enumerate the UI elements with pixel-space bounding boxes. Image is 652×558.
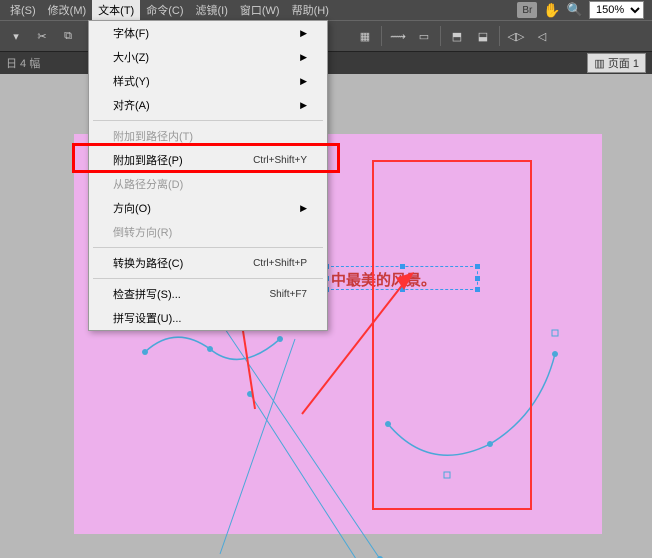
path-icon[interactable]: ⟿ <box>386 24 410 48</box>
arrow-tool-icon[interactable]: ▾ <box>4 24 28 48</box>
menu-convert[interactable]: 转换为路径(C)Ctrl+Shift+P <box>89 251 327 275</box>
align-icon[interactable]: ▦ <box>353 24 377 48</box>
menu-direction[interactable]: 方向(O)▶ <box>89 196 327 220</box>
text-frame[interactable]: 中最美的风景。 <box>326 266 478 290</box>
annotation-highlight <box>72 143 340 173</box>
layer1-icon[interactable]: ⬒ <box>445 24 469 48</box>
shortcut-label: Ctrl+Shift+P <box>253 258 307 269</box>
handle-icon[interactable] <box>475 276 480 281</box>
menu-font[interactable]: 字体(F)▶ <box>89 21 327 45</box>
menu-filter[interactable]: 滤镜(I) <box>190 0 234 20</box>
zoom-select[interactable]: 150% <box>589 1 644 19</box>
copy-icon[interactable]: ⧉ <box>56 24 80 48</box>
handle-icon[interactable] <box>475 264 480 269</box>
flip-h-icon[interactable]: ◁▷ <box>504 24 528 48</box>
menu-style[interactable]: 样式(Y)▶ <box>89 69 327 93</box>
search-icon[interactable]: 🔍 <box>567 2 583 18</box>
menu-spellset[interactable]: 拼写设置(U)... <box>89 306 327 330</box>
menu-spellcheck[interactable]: 检查拼写(S)...Shift+F7 <box>89 282 327 306</box>
menu-text[interactable]: 文本(T) <box>92 0 140 20</box>
shortcut-label: Shift+F7 <box>269 289 307 300</box>
page-tab[interactable]: ▥页面 1 <box>587 53 646 73</box>
menu-separator <box>93 278 323 279</box>
submenu-arrow-icon: ▶ <box>300 52 307 63</box>
menu-command[interactable]: 命令(C) <box>140 0 189 20</box>
menu-modify[interactable]: 修改(M) <box>42 0 93 20</box>
group-icon[interactable]: ▭ <box>412 24 436 48</box>
submenu-arrow-icon: ▶ <box>300 100 307 111</box>
br-icon[interactable]: Br <box>517 2 537 18</box>
cut-icon[interactable]: ✂ <box>30 24 54 48</box>
submenu-arrow-icon: ▶ <box>300 203 307 214</box>
hand-icon[interactable]: ✋ <box>543 2 560 19</box>
menu-align[interactable]: 对齐(A)▶ <box>89 93 327 117</box>
menu-size[interactable]: 大小(Z)▶ <box>89 45 327 69</box>
menu-separator <box>93 247 323 248</box>
menu-reverse: 倒转方向(R) <box>89 220 327 244</box>
handle-icon[interactable] <box>400 287 405 292</box>
menu-separator <box>93 120 323 121</box>
menu-help[interactable]: 帮助(H) <box>286 0 335 20</box>
menu-detach: 从路径分离(D) <box>89 172 327 196</box>
submenu-arrow-icon: ▶ <box>300 76 307 87</box>
handle-icon[interactable] <box>475 287 480 292</box>
menu-bar: 择(S) 修改(M) 文本(T) 命令(C) 滤镜(I) 窗口(W) 帮助(H)… <box>0 0 652 20</box>
submenu-arrow-icon: ▶ <box>300 28 307 39</box>
menu-window[interactable]: 窗口(W) <box>234 0 286 20</box>
menu-select[interactable]: 择(S) <box>4 0 42 20</box>
text-menu-dropdown: 字体(F)▶ 大小(Z)▶ 样式(Y)▶ 对齐(A)▶ 附加到路径内(T) 附加… <box>88 20 328 331</box>
handle-icon[interactable] <box>400 264 405 269</box>
flip-v-icon[interactable]: ◁ <box>530 24 554 48</box>
layer2-icon[interactable]: ⬓ <box>471 24 495 48</box>
frames-label: 日 4 幅 <box>6 55 40 71</box>
page-icon: ▥ <box>594 57 604 70</box>
